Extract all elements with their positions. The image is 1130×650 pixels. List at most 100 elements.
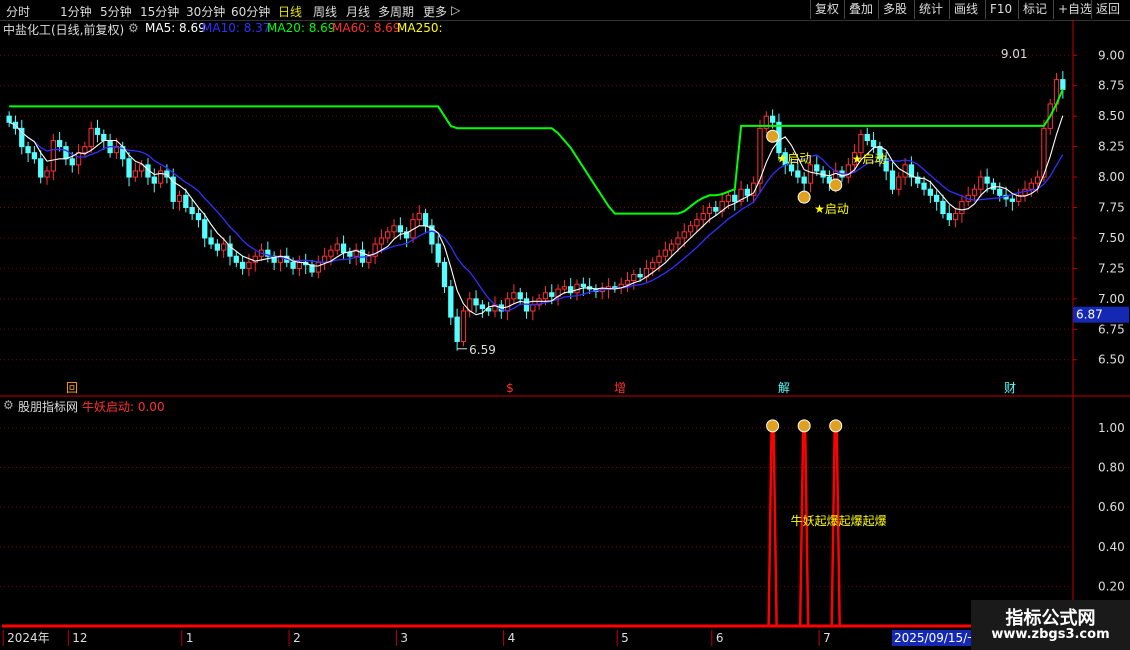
candle-body <box>864 133 870 142</box>
ma20-value: MA20: 8.69 <box>267 21 336 35</box>
period-tab-daily[interactable]: 日线 <box>278 3 302 20</box>
candle-body <box>246 261 252 269</box>
restore-rights-button[interactable]: 复权 <box>810 0 843 19</box>
price-tick-label: 6.75 <box>1098 322 1125 336</box>
indicator-tick-label: 0.80 <box>1098 461 1125 475</box>
candle-body <box>694 219 700 227</box>
candle-body <box>284 255 290 263</box>
period-tab-more[interactable]: 更多 <box>423 3 447 20</box>
add-watchlist-button[interactable]: +自选 <box>1053 0 1096 19</box>
event-flag: $ <box>506 381 514 395</box>
candle-body <box>946 213 952 221</box>
indicator-value: 牛妖启动: 0.00 <box>82 400 165 414</box>
indicator-spike <box>767 426 778 627</box>
candle-body <box>706 207 713 215</box>
candle-body <box>858 133 864 154</box>
candle-body <box>113 146 120 154</box>
candle-body <box>347 252 353 257</box>
candle-body <box>473 298 479 306</box>
settings-gear-icon[interactable]: ⚙ <box>128 21 139 35</box>
candle-body <box>315 261 321 273</box>
date-tick-label: 5 <box>621 631 629 645</box>
period-tab-multi[interactable]: 多周期 <box>378 3 414 20</box>
f10-button[interactable]: F10 <box>985 0 1016 19</box>
event-flag: 回 <box>66 381 78 395</box>
candle-body <box>82 146 88 154</box>
candle-body <box>1060 79 1066 90</box>
candle-body <box>94 127 101 135</box>
candle-body <box>31 152 38 160</box>
indicator-settings-icon[interactable]: ⚙ <box>3 398 14 412</box>
candle-body <box>921 182 927 190</box>
mark-button[interactable]: 标记 <box>1018 0 1051 19</box>
candle-body <box>908 164 915 178</box>
candle-body <box>776 121 782 154</box>
candle-body <box>12 121 19 129</box>
candle-body <box>25 146 31 154</box>
candle-body <box>75 152 82 166</box>
candle-body <box>883 158 889 172</box>
candle-body <box>328 249 334 257</box>
candlestick-series <box>6 71 1066 351</box>
candle-body <box>997 188 1003 196</box>
period-tab-5m[interactable]: 5分钟 <box>100 3 132 20</box>
candle-body <box>517 292 523 300</box>
price-tick-label: 6.50 <box>1098 353 1125 367</box>
date-tick-label: 4 <box>508 631 516 645</box>
back-button[interactable]: 返回 <box>1091 0 1124 19</box>
candle-body <box>807 164 814 184</box>
period-tab-15m[interactable]: 15分钟 <box>140 3 179 20</box>
candle-body <box>612 286 618 289</box>
period-tab-minute[interactable]: 分时 <box>6 3 30 20</box>
candle-body <box>782 152 788 166</box>
period-tab-monthly[interactable]: 月线 <box>346 3 370 20</box>
candle-body <box>44 170 50 178</box>
candle-body <box>208 237 214 245</box>
candle-body <box>448 286 454 318</box>
candle-body <box>486 308 492 312</box>
candle-body <box>296 261 303 269</box>
candle-body <box>751 182 757 196</box>
candle-body <box>195 213 202 221</box>
candle-body <box>738 188 744 202</box>
statistics-button[interactable]: 统计 <box>914 0 947 19</box>
candle-body <box>870 140 877 148</box>
candle-body <box>233 255 239 263</box>
candle-body <box>523 298 530 312</box>
period-tab-weekly[interactable]: 周线 <box>313 3 337 20</box>
candle-body <box>788 164 795 172</box>
candle-body <box>404 231 410 239</box>
period-tab-30m[interactable]: 30分钟 <box>186 3 225 20</box>
candle-body <box>971 188 978 196</box>
price-tick-label: 8.75 <box>1098 79 1125 93</box>
candle-body <box>385 231 391 239</box>
event-flag: 解 <box>778 381 790 395</box>
candle-body <box>984 176 990 184</box>
draw-line-button[interactable]: 画线 <box>949 0 982 19</box>
start-signal-label: ★启动 <box>852 152 887 166</box>
multi-stock-button[interactable]: 多股 <box>878 0 911 19</box>
candle-body <box>416 213 422 221</box>
date-tick-label: 2024年 <box>7 631 50 645</box>
candle-body <box>568 286 574 294</box>
candle-body <box>593 288 599 293</box>
candle-body <box>221 243 227 251</box>
overlay-button[interactable]: 叠加 <box>844 0 877 19</box>
candle-body <box>429 225 435 245</box>
period-tab-60m[interactable]: 60分钟 <box>231 3 270 20</box>
period-tab-1m[interactable]: 1分钟 <box>60 3 92 20</box>
chart-annotations: 9.01 6.59 ★启动 ★启动 ★启动回 $ 增 解 财 <box>66 47 1028 395</box>
price-tick-label: 8.00 <box>1098 170 1125 184</box>
candle-body <box>744 188 751 196</box>
candle-body <box>479 304 486 310</box>
candle-body <box>492 304 498 312</box>
date-tick-label: 3 <box>400 631 408 645</box>
more-arrow-icon[interactable]: ▷ <box>451 3 460 17</box>
candle-body <box>725 194 732 202</box>
candle-body <box>101 133 107 142</box>
candle-body <box>252 255 258 263</box>
candle-body <box>839 170 845 178</box>
candle-body <box>934 194 940 202</box>
indicator-spike <box>830 426 841 627</box>
indicator-name: 股朋指标网 <box>18 400 79 414</box>
